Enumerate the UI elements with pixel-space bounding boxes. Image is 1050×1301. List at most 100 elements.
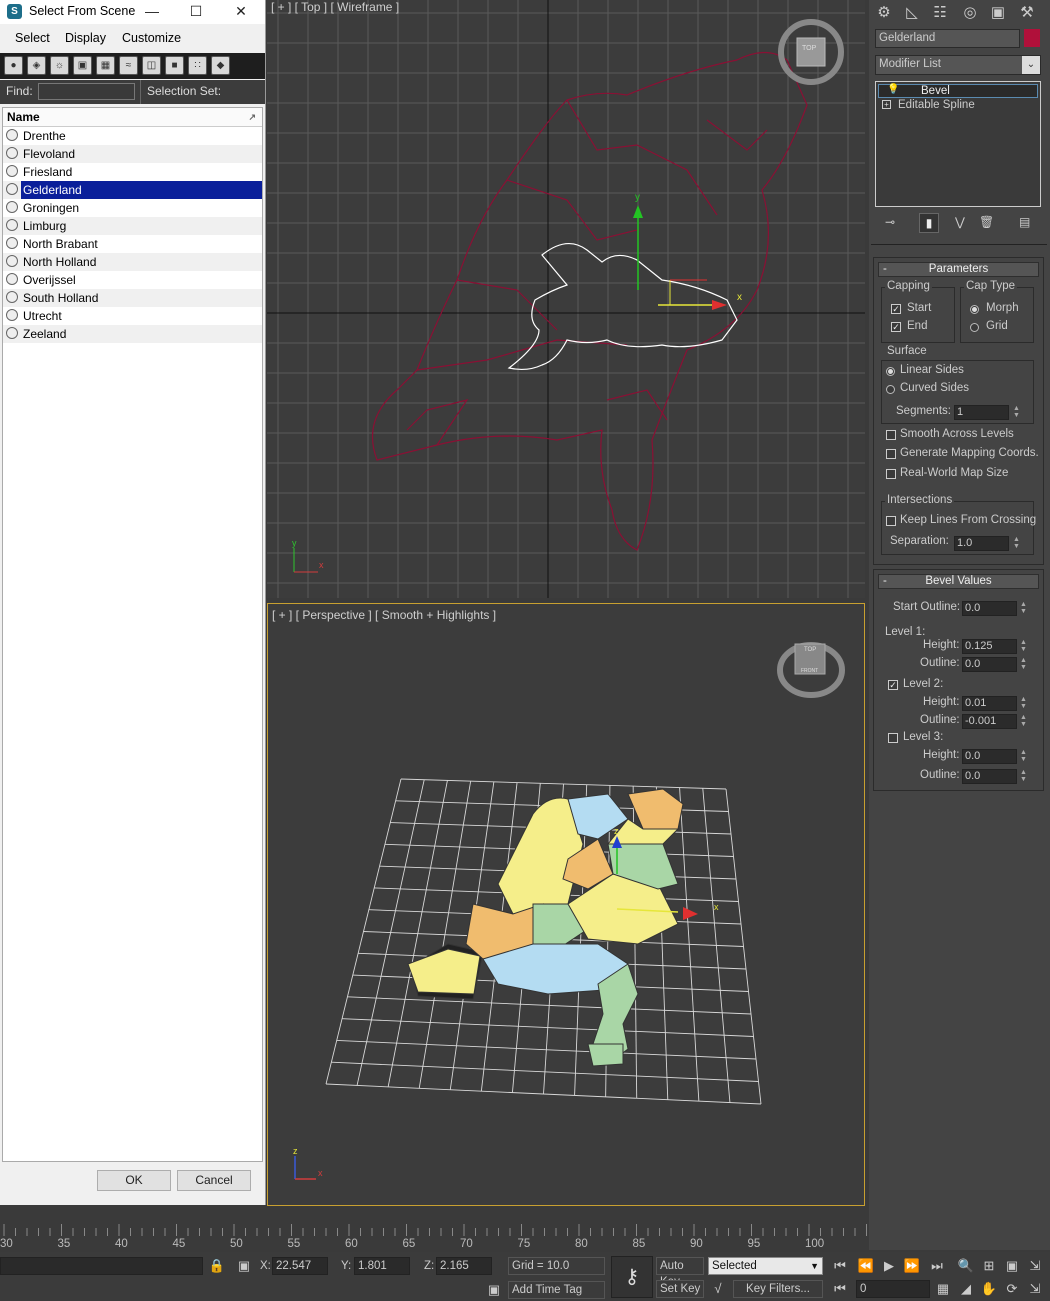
- list-item[interactable]: Utrecht: [3, 307, 262, 325]
- smooth-across-levels-checkbox[interactable]: [886, 430, 896, 440]
- start-checkbox[interactable]: ✓: [891, 304, 901, 314]
- stack-item-bevel[interactable]: 💡 Bevel: [878, 84, 1038, 98]
- menu-select[interactable]: Select: [15, 31, 50, 45]
- name-column-header[interactable]: Name ↗: [3, 108, 262, 127]
- keep-lines-checkbox[interactable]: [886, 516, 896, 526]
- morph-radio[interactable]: [970, 305, 979, 314]
- selection-set-dropdown[interactable]: Selected ▼: [708, 1257, 823, 1275]
- grid-radio[interactable]: [970, 323, 979, 332]
- list-item[interactable]: Flevoland: [3, 145, 262, 163]
- viewcube-persp-top-face[interactable]: TOP: [804, 647, 816, 653]
- spacewarps-filter-icon[interactable]: ≈: [119, 56, 138, 75]
- spinner-arrows-icon[interactable]: ▲ ▼: [1019, 714, 1028, 729]
- motion-tab-icon[interactable]: ◎: [957, 2, 983, 24]
- hierarchy-tab-icon[interactable]: ☷: [927, 2, 953, 24]
- go-to-end-icon[interactable]: ⏭: [927, 1256, 947, 1276]
- end-checkbox[interactable]: ✓: [891, 322, 901, 332]
- pan-view-icon[interactable]: ✋: [979, 1279, 999, 1299]
- l2-outline-spinner[interactable]: -0.001: [962, 714, 1017, 729]
- modify-tab-icon[interactable]: ◺: [899, 2, 925, 24]
- go-to-start-icon[interactable]: ⏮: [830, 1256, 850, 1276]
- l1-outline-spinner[interactable]: 0.0: [962, 657, 1017, 672]
- list-item[interactable]: Limburg: [3, 217, 262, 235]
- auto-key-button[interactable]: Auto Key: [656, 1257, 704, 1288]
- list-item[interactable]: Gelderland: [3, 181, 262, 199]
- spinner-arrows-icon[interactable]: ▲ ▼: [1019, 657, 1028, 672]
- ok-button[interactable]: OK: [97, 1170, 171, 1191]
- time-slider-track[interactable]: 30 35 40 45 50 55 60 65 70 75 80 85 90 95 100: [0, 1222, 869, 1252]
- list-item[interactable]: South Holland: [3, 289, 262, 307]
- orbit-icon[interactable]: ⟳: [1002, 1279, 1022, 1299]
- geometry-filter-icon[interactable]: ●: [4, 56, 23, 75]
- key-mode-toggle-icon[interactable]: ⏮: [830, 1279, 850, 1299]
- spinner-arrows-icon[interactable]: ▲ ▼: [1019, 601, 1028, 616]
- level3-checkbox[interactable]: [888, 733, 898, 743]
- set-key-button[interactable]: Set Key: [656, 1280, 704, 1298]
- cancel-button[interactable]: Cancel: [177, 1170, 251, 1191]
- pin-stack-icon[interactable]: ⊸: [885, 215, 895, 229]
- y-coordinate-field[interactable]: 1.801: [354, 1257, 410, 1275]
- start-outline-spinner[interactable]: 0.0: [962, 601, 1017, 616]
- next-frame-icon[interactable]: ⏩: [902, 1256, 922, 1276]
- list-item[interactable]: Groningen: [3, 199, 262, 217]
- perspective-viewport[interactable]: z x z x [ + ] [ Perspective ] [ Smooth +…: [267, 603, 865, 1206]
- utilities-tab-icon[interactable]: ⚒: [1014, 2, 1040, 24]
- groups-filter-icon[interactable]: ◫: [142, 56, 161, 75]
- cameras-filter-icon[interactable]: ▣: [73, 56, 92, 75]
- generate-mapping-checkbox[interactable]: [886, 449, 896, 459]
- stack-item-editable-spline[interactable]: + Editable Spline: [878, 99, 1038, 113]
- object-color-swatch[interactable]: [1024, 29, 1040, 47]
- display-tab-icon[interactable]: ▣: [985, 2, 1011, 24]
- shapes-filter-icon[interactable]: ◈: [27, 56, 46, 75]
- segments-spinner[interactable]: 1: [954, 405, 1009, 420]
- separation-spinner[interactable]: 1.0: [954, 536, 1009, 551]
- curved-sides-radio[interactable]: [886, 385, 895, 394]
- field-of-view-icon[interactable]: ◢: [956, 1279, 976, 1299]
- configure-sets-icon[interactable]: ▤: [1019, 215, 1030, 229]
- linear-sides-radio[interactable]: [886, 367, 895, 376]
- spinner-arrows-icon[interactable]: ▲ ▼: [1012, 405, 1021, 420]
- level2-checkbox[interactable]: ✓: [888, 680, 898, 690]
- list-item[interactable]: Friesland: [3, 163, 262, 181]
- l2-height-spinner[interactable]: 0.01: [962, 696, 1017, 711]
- viewcube-top-face[interactable]: TOP: [802, 45, 816, 52]
- list-item[interactable]: Overijssel: [3, 271, 262, 289]
- maximize-icon[interactable]: ☐: [174, 0, 218, 24]
- zoom-all-icon[interactable]: ⊞: [979, 1256, 999, 1276]
- lock-icon[interactable]: 🔒: [207, 1256, 227, 1276]
- viewcube-persp-front-face[interactable]: FRONT: [801, 668, 818, 674]
- expand-icon[interactable]: +: [882, 100, 891, 109]
- l3-height-spinner[interactable]: 0.0: [962, 749, 1017, 764]
- lightbulb-icon[interactable]: 💡: [887, 84, 899, 95]
- create-tab-icon[interactable]: ⚙: [871, 2, 897, 24]
- list-item[interactable]: North Holland: [3, 253, 262, 271]
- previous-frame-icon[interactable]: ⏪: [856, 1256, 876, 1276]
- l1-height-spinner[interactable]: 0.125: [962, 639, 1017, 654]
- bones-filter-icon[interactable]: ∷: [188, 56, 207, 75]
- bevel-values-rollout-header[interactable]: - Bevel Values: [878, 574, 1039, 589]
- dialog-titlebar[interactable]: S Select From Scene — ☐ ✕: [0, 0, 265, 24]
- z-coordinate-field[interactable]: 2.165: [436, 1257, 492, 1275]
- current-frame-field[interactable]: 0: [856, 1280, 930, 1298]
- time-configuration-icon[interactable]: ▦: [933, 1279, 953, 1299]
- menu-customize[interactable]: Customize: [122, 31, 181, 45]
- x-coordinate-field[interactable]: 22.547: [272, 1257, 328, 1275]
- modifier-list-dropdown[interactable]: Modifier List ⌄: [875, 55, 1041, 75]
- show-end-result-icon[interactable]: ▮: [919, 213, 939, 233]
- play-icon[interactable]: ▶: [879, 1256, 899, 1276]
- object-name-field[interactable]: Gelderland: [875, 29, 1020, 48]
- list-item[interactable]: North Brabant: [3, 235, 262, 253]
- helpers-filter-icon[interactable]: ▦: [96, 56, 115, 75]
- list-item[interactable]: Drenthe: [3, 127, 262, 145]
- real-world-map-checkbox[interactable]: [886, 469, 896, 479]
- absolute-mode-icon[interactable]: ▣: [234, 1256, 254, 1276]
- time-tag-icon[interactable]: ▣: [484, 1280, 504, 1300]
- top-viewport-label[interactable]: [ + ] [ Top ] [ Wireframe ]: [271, 0, 399, 14]
- containers-filter-icon[interactable]: ◆: [211, 56, 230, 75]
- add-time-tag-button[interactable]: Add Time Tag: [508, 1281, 605, 1299]
- list-item[interactable]: Zeeland: [3, 325, 262, 343]
- lights-filter-icon[interactable]: ☼: [50, 56, 69, 75]
- spinner-arrows-icon[interactable]: ▲ ▼: [1019, 696, 1028, 711]
- find-input[interactable]: [38, 83, 135, 100]
- xrefs-filter-icon[interactable]: ■: [165, 56, 184, 75]
